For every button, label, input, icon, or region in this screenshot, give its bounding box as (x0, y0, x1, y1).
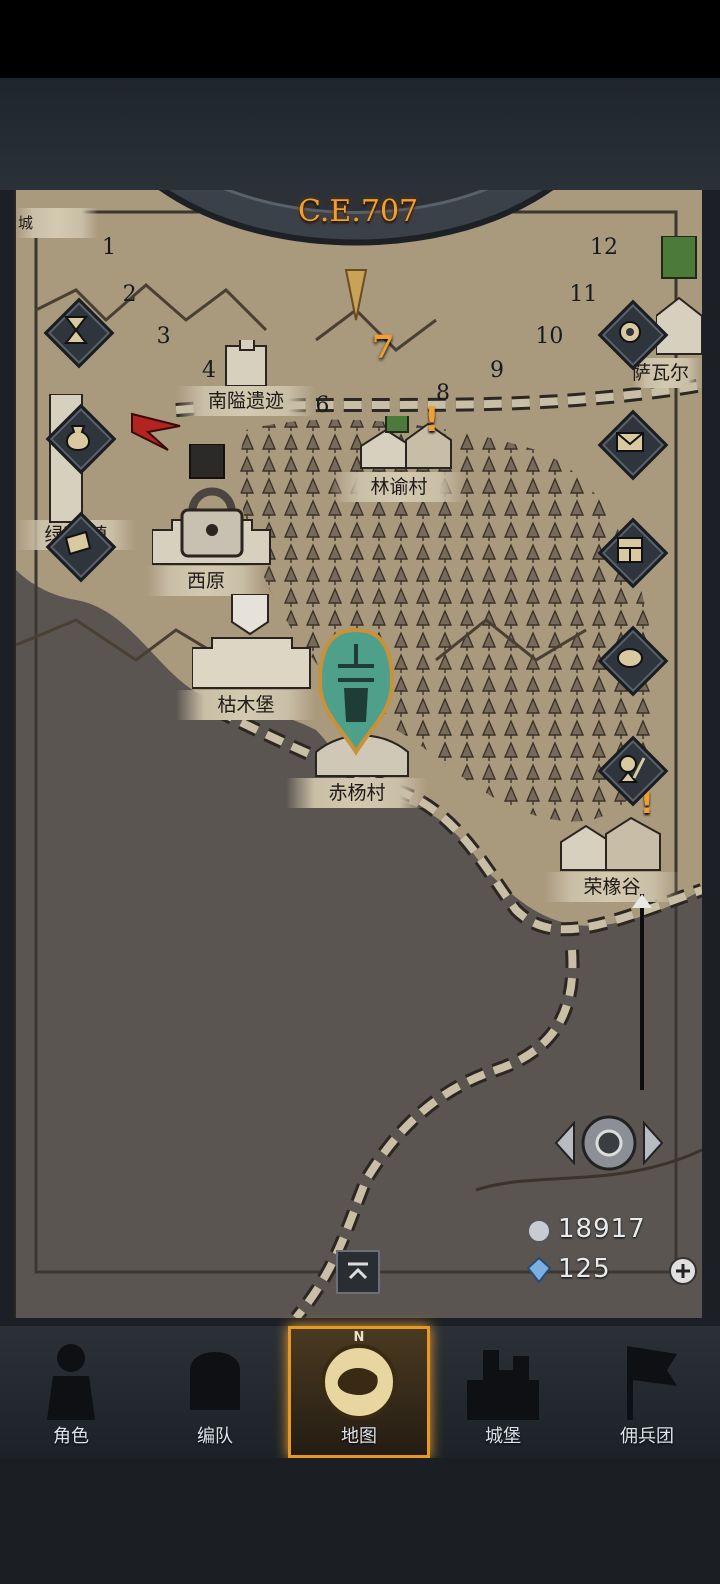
coin-button[interactable] (597, 625, 669, 697)
hourglass-icon (63, 316, 89, 344)
calendar-month-6: 6 (315, 393, 330, 419)
location-label-cheng[interactable]: 城 (16, 208, 98, 238)
nav-tab-map[interactable]: N 地图 (288, 1326, 430, 1458)
direction-arrow-icon (131, 412, 181, 451)
scroll-icon (64, 530, 92, 556)
quest-alert-icon: ! (424, 400, 440, 440)
settings-button[interactable] (597, 299, 669, 371)
location-label-rongxiang[interactable]: 荣橡谷 (544, 872, 680, 902)
ruins-nanyi[interactable] (216, 340, 276, 386)
scroll-button[interactable] (45, 511, 117, 583)
bottom-nav: 角色 编队 N 地图 城堡 佣兵团 (0, 1326, 720, 1458)
silver-coin-icon (527, 1219, 551, 1243)
crystal-amount: 125 (558, 1254, 611, 1284)
calendar-month-12: 12 (589, 234, 618, 260)
village-linyu[interactable] (356, 416, 456, 472)
calendar-month-9: 9 (490, 357, 505, 383)
collapse-panel-button[interactable] (336, 1250, 380, 1294)
calendar-month-2: 2 (122, 282, 137, 308)
zoom-slider-handle[interactable] (632, 894, 652, 908)
pouch-icon (66, 425, 90, 452)
nav-tab-mercenary[interactable]: 佣兵团 (576, 1326, 718, 1458)
crystal-icon (526, 1256, 552, 1284)
recenter-button[interactable] (552, 1108, 666, 1178)
knight-icon (47, 1344, 95, 1420)
helmet-icon (190, 1352, 240, 1410)
mercenary-quest-button[interactable] (597, 735, 669, 807)
castle-icon (467, 1350, 539, 1420)
silver-amount: 18917 (558, 1214, 646, 1244)
calendar-month-3: 3 (156, 323, 171, 349)
knight-sword-icon (617, 755, 646, 783)
location-label-xiyuan[interactable]: 西原 (146, 566, 266, 596)
bottom-frame (0, 1458, 720, 1584)
mail-button[interactable] (597, 409, 669, 481)
status-bar (0, 0, 720, 78)
coin-icon (617, 648, 643, 668)
top-frame (0, 78, 720, 190)
nav-tab-formation[interactable]: 编队 (144, 1326, 286, 1458)
locked-castle-xiyuan[interactable] (152, 444, 272, 566)
board-icon (617, 537, 643, 563)
pouch-button[interactable] (45, 403, 117, 475)
location-label-nanyi[interactable]: 南隘遗迹 (176, 386, 316, 416)
location-label-kumu[interactable]: 枯木堡 (176, 690, 316, 720)
chevron-up-icon (348, 1262, 368, 1280)
hourglass-button[interactable] (43, 297, 115, 369)
nav-tab-castle[interactable]: 城堡 (432, 1326, 574, 1458)
current-month: 7 (372, 328, 395, 366)
location-label-chiyang[interactable]: 赤杨村 (286, 778, 428, 808)
compass-map-icon (321, 1344, 397, 1420)
calendar-month-10: 10 (535, 323, 564, 349)
board-button[interactable] (597, 517, 669, 589)
calendar-month-4: 4 (201, 357, 216, 383)
banner-icon (627, 1346, 677, 1420)
zoom-slider[interactable] (630, 894, 652, 1090)
calendar-month-11: 11 (569, 282, 598, 308)
calendar-month-1: 1 (102, 234, 117, 260)
player-helmet-marker[interactable] (316, 626, 396, 756)
add-crystal-button[interactable] (668, 1256, 698, 1286)
mail-icon (616, 432, 644, 452)
castle-kumu[interactable] (192, 594, 312, 690)
location-label-sawal[interactable]: 萨瓦尔 (632, 358, 702, 388)
world-map[interactable]: C.E.707 12345689101112 7 城 南隘遗迹 林谕村 绿荫 镇… (14, 190, 702, 1318)
era-text: C.E.707 (298, 194, 419, 229)
nav-tab-character[interactable]: 角色 (0, 1326, 142, 1458)
gear-icon (619, 321, 641, 343)
location-label-linyu[interactable]: 林谕村 (332, 472, 466, 502)
